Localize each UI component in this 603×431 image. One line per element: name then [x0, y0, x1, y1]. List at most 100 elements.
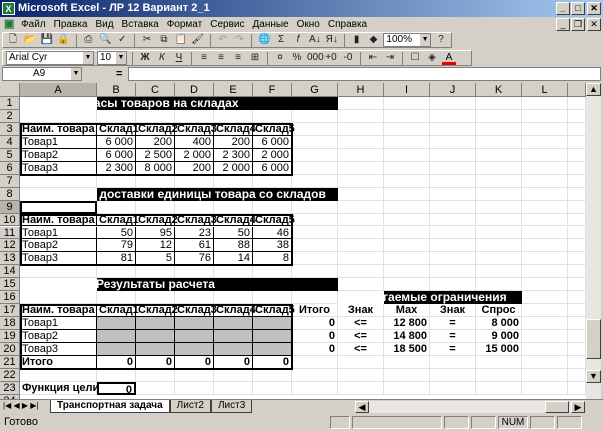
cell[interactable]: 0 [292, 330, 338, 344]
column-header[interactable]: C [136, 83, 175, 97]
cell[interactable]: Товар3 [20, 252, 97, 266]
cell[interactable] [568, 356, 586, 369]
cell[interactable]: 50 [97, 226, 136, 240]
indent-icon[interactable]: ⇥ [383, 51, 397, 65]
maximize-button[interactable]: □ [571, 2, 585, 15]
cell[interactable] [384, 239, 430, 253]
function-icon[interactable]: f [291, 33, 305, 47]
cell[interactable] [430, 174, 476, 188]
cell[interactable] [175, 343, 214, 356]
cell[interactable] [568, 381, 586, 395]
cell[interactable] [476, 148, 522, 162]
cell[interactable] [384, 381, 430, 395]
cell[interactable]: Знак [338, 304, 384, 318]
cell[interactable] [292, 97, 338, 110]
cell[interactable] [136, 174, 175, 188]
cell[interactable] [253, 343, 292, 356]
cell[interactable] [384, 213, 430, 227]
cell[interactable]: 9 000 [476, 330, 522, 344]
cell[interactable] [522, 265, 568, 279]
cell[interactable]: 50 [214, 226, 253, 240]
cell[interactable]: 14 [214, 252, 253, 266]
cell[interactable] [568, 226, 586, 240]
cell[interactable] [253, 174, 292, 188]
cell[interactable]: Товар3 [20, 161, 97, 175]
cell[interactable] [214, 343, 253, 356]
cell[interactable]: <= [338, 317, 384, 331]
cell[interactable]: Склад5 [253, 213, 295, 227]
cell[interactable] [292, 109, 338, 123]
cell[interactable]: 8 000 [136, 161, 175, 175]
cell[interactable]: 8 000 [476, 317, 522, 331]
row-header[interactable]: 2 [0, 109, 20, 123]
cell[interactable]: Наим. товара [20, 122, 97, 136]
cell[interactable] [253, 330, 292, 344]
cell[interactable] [384, 148, 430, 162]
row-header[interactable]: 7 [0, 174, 20, 188]
cell[interactable]: 2 000 [253, 148, 292, 162]
cell[interactable]: 0 [292, 317, 338, 331]
cell[interactable] [175, 330, 214, 344]
cell[interactable] [384, 356, 430, 369]
cell[interactable] [522, 368, 568, 382]
cell[interactable] [476, 161, 522, 175]
align-left-icon[interactable]: ≡ [197, 51, 211, 65]
cell[interactable] [97, 291, 136, 305]
underline-icon[interactable]: Ч [172, 51, 186, 65]
cell[interactable]: 2 000 [175, 148, 214, 162]
cell[interactable] [522, 239, 568, 253]
font-size-select[interactable]: 10 ▼ [97, 51, 127, 65]
column-header[interactable]: I [384, 83, 430, 97]
cell[interactable] [338, 356, 384, 369]
cell[interactable] [292, 148, 338, 162]
cell[interactable] [292, 239, 338, 253]
zoom-select[interactable]: 100% ▼ [383, 33, 432, 47]
cell[interactable]: 0 [175, 356, 214, 369]
cell[interactable] [568, 122, 586, 136]
cell[interactable]: 0 [97, 356, 136, 369]
doc-minimize-button[interactable]: _ [556, 18, 570, 31]
cell[interactable]: 12 [136, 239, 175, 253]
sheet-tab[interactable]: Транспортная задача [50, 400, 170, 413]
print-icon[interactable]: ⎙ [81, 33, 95, 47]
cell[interactable] [430, 109, 476, 123]
row-header[interactable]: 9 [0, 200, 20, 214]
open-icon[interactable]: 📂 [23, 33, 37, 47]
scroll-down-button[interactable]: ▼ [586, 370, 601, 383]
cell[interactable]: = [430, 317, 476, 331]
cell[interactable] [214, 265, 253, 279]
row-header[interactable]: 10 [0, 213, 20, 227]
cell[interactable] [476, 226, 522, 240]
cell[interactable] [568, 213, 586, 227]
menu-item[interactable]: Формат [167, 19, 203, 30]
cell[interactable]: Склад5 [253, 304, 295, 318]
cell[interactable] [20, 291, 97, 305]
spelling-icon[interactable]: ✓ [115, 33, 129, 47]
cell[interactable]: 5 [136, 252, 175, 266]
italic-icon[interactable]: К [155, 51, 169, 65]
cell[interactable] [568, 278, 586, 292]
menu-item[interactable]: Окно [297, 19, 320, 30]
cell[interactable] [338, 368, 384, 382]
column-header[interactable]: J [430, 83, 476, 97]
cell[interactable]: 23 [175, 226, 214, 240]
cell[interactable]: 0 [292, 343, 338, 356]
cell[interactable] [522, 317, 568, 331]
cell[interactable] [476, 135, 522, 149]
name-box[interactable]: A9 ▼ [2, 67, 82, 81]
row-header[interactable]: 17 [0, 304, 20, 318]
new-icon[interactable]: 🗋 [6, 33, 20, 47]
cell[interactable]: Склад5 [253, 122, 295, 136]
cell[interactable] [522, 343, 568, 356]
cell[interactable]: 6 000 [253, 161, 292, 175]
row-header[interactable]: 21 [0, 356, 20, 369]
cell[interactable] [476, 122, 522, 136]
cell[interactable] [175, 174, 214, 188]
cell[interactable]: Склад1 [97, 304, 139, 318]
cell[interactable] [568, 135, 586, 149]
cell[interactable] [384, 187, 430, 201]
tab-nav-buttons[interactable]: |◀ ◀ ▶ ▶| [3, 401, 38, 410]
row-header[interactable]: 16 [0, 291, 20, 305]
cell[interactable] [384, 161, 430, 175]
cell[interactable] [476, 200, 522, 214]
